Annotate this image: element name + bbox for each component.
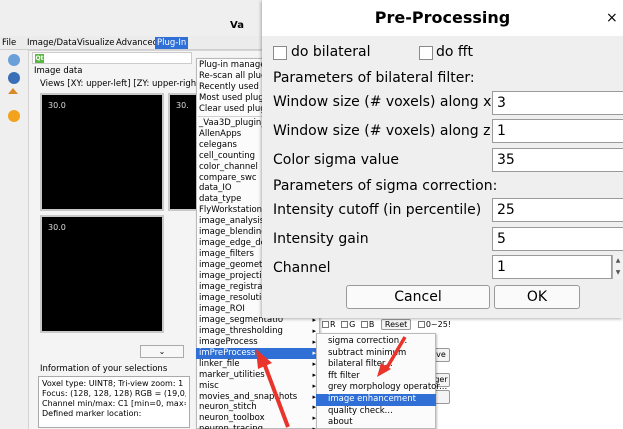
field-label: Color sigma value — [273, 152, 399, 168]
red-arrow-icon — [377, 336, 407, 377]
g-checkbox[interactable] — [341, 321, 349, 328]
menu-item-label: compare_swc — [199, 172, 257, 183]
info-line: Channel min/max: C1 [min=0, max=1 — [42, 399, 186, 408]
submenu-item[interactable]: grey morphology operator... — [316, 382, 447, 394]
do-bilateral-checkbox[interactable] — [273, 46, 287, 60]
b-checkbox[interactable] — [360, 321, 368, 328]
field-label: Window size (# voxels) along xy — [273, 94, 500, 110]
menu-item-label: imPreProcess — [199, 347, 256, 358]
r-checkbox[interactable] — [322, 321, 329, 328]
channel-spinbox[interactable]: 1 — [492, 255, 612, 279]
window-z-input[interactable]: 1 — [492, 119, 623, 143]
color-sigma-input[interactable]: 35 — [492, 148, 623, 172]
menubar: File Image/Data Visualize Advanced Plug-… — [0, 36, 300, 50]
g-label: G — [349, 320, 356, 329]
do-bilateral-label: do bilateral — [291, 44, 371, 60]
view-zoom-label: 30. — [176, 101, 189, 110]
info-line: Defined marker location: — [42, 409, 142, 418]
red-arrow-icon — [256, 349, 290, 428]
menu-item-label: image_geometry — [199, 260, 271, 271]
menu-item-label: data_type — [199, 194, 242, 205]
ok-button[interactable]: OK — [494, 285, 580, 309]
menu-visualize[interactable]: Visualize — [75, 37, 116, 49]
zy-view[interactable]: 30. — [168, 93, 198, 211]
menu-item-label: neuron_stitch — [199, 402, 257, 413]
menu-item-label: image_thresholding — [199, 325, 283, 336]
image-data-label: Image data — [34, 66, 83, 76]
info-line: Voxel type: UINT8; Tri-view zoom: 1 — [42, 379, 184, 388]
intensity-cutoff-input[interactable]: 25 — [492, 198, 623, 222]
do-fft-label: do fft — [436, 44, 474, 60]
menu-file[interactable]: File — [0, 37, 18, 49]
field-label: Window size (# voxels) along z — [273, 123, 491, 139]
menu-item-label: image_resolution — [199, 292, 272, 303]
menu-item-label: image_analysis — [199, 216, 265, 227]
sigma-header: Parameters of sigma correction: — [273, 178, 498, 194]
info-box: Voxel type: UINT8; Tri-view zoom: 1 Focu… — [38, 376, 190, 428]
menu-item-label: Plug-in manager — [199, 60, 269, 70]
dialog-title: Pre-Processing — [262, 0, 623, 36]
menu-item-label: image_ROI — [199, 303, 245, 314]
submenu-item[interactable]: about — [316, 417, 436, 429]
b-label: B — [368, 320, 375, 329]
submenu-item[interactable]: image enhancement — [316, 394, 436, 406]
field-label: Intensity cutoff (in percentile) — [273, 202, 482, 218]
xz-view[interactable]: 30.0 — [40, 215, 164, 333]
info-title: Information of your selections — [40, 364, 168, 374]
collapse-button[interactable]: ⌄ — [140, 345, 184, 358]
spin-up-icon[interactable]: ▲ — [613, 255, 623, 267]
do-fft-checkbox[interactable] — [419, 46, 433, 60]
qt-icon: Qt — [35, 54, 44, 63]
view-zoom-label: 30.0 — [48, 101, 66, 110]
tool-icon[interactable] — [8, 54, 20, 66]
field-label: Channel — [273, 260, 331, 276]
menu-item-label: image_filters — [199, 249, 254, 260]
menu-item-label: misc — [199, 380, 219, 391]
window-title-fragment: Va — [230, 20, 244, 31]
bilateral-header: Parameters of bilateral filter: — [273, 70, 475, 86]
r-label: R — [330, 320, 336, 329]
menu-item-label: cell_counting — [199, 150, 256, 161]
reset-button[interactable]: Reset — [380, 319, 412, 330]
menu-item-label: AllenApps — [199, 128, 242, 139]
menu-plugin[interactable]: Plug-In — [155, 37, 189, 49]
close-icon[interactable]: × — [606, 10, 618, 26]
cancel-button[interactable]: Cancel — [346, 285, 490, 309]
view-zoom-label: 30.0 — [48, 223, 66, 232]
menu-item-label: image_blending — [199, 227, 267, 238]
tool-icon[interactable] — [8, 72, 20, 84]
menu-item-label: data_IO — [199, 183, 232, 194]
menu-item-label: linker_file — [199, 358, 240, 369]
range-label: 0~25! — [425, 320, 451, 329]
tool-icon[interactable] — [8, 88, 18, 94]
field-label: Intensity gain — [273, 231, 369, 247]
info-line: Focus: (128, 128, 128) RGB = (19,0,0) — [42, 389, 186, 398]
menu-item-label: color_channel — [199, 161, 258, 172]
spin-down-icon[interactable]: ▼ — [613, 267, 623, 279]
spin-arrows[interactable]: ▲ ▼ — [612, 255, 623, 279]
menu-image-data[interactable]: Image/Data — [25, 37, 79, 49]
menu-item-label: imageProcess — [199, 336, 258, 347]
menu-advanced[interactable]: Advanced — [114, 37, 160, 49]
tool-icon[interactable] — [8, 110, 20, 122]
views-label: Views [XY: upper-left] [ZY: upper-right] — [40, 79, 203, 89]
subwindow-titlebar: Qt — [32, 52, 192, 64]
submenu-item[interactable]: quality check... — [316, 406, 436, 418]
range-checkbox[interactable] — [417, 321, 425, 328]
plugin-menu-item[interactable]: image_thresholding ▸ — [196, 326, 320, 337]
window-xy-input[interactable]: 3 — [492, 91, 623, 115]
channel-strip: R G B Reset 0~25! — [322, 319, 472, 334]
left-toolbar — [8, 52, 23, 132]
menu-item-label: celegans — [199, 139, 237, 150]
intensity-gain-input[interactable]: 5 — [492, 227, 623, 251]
xy-view[interactable]: 30.0 — [40, 93, 164, 211]
